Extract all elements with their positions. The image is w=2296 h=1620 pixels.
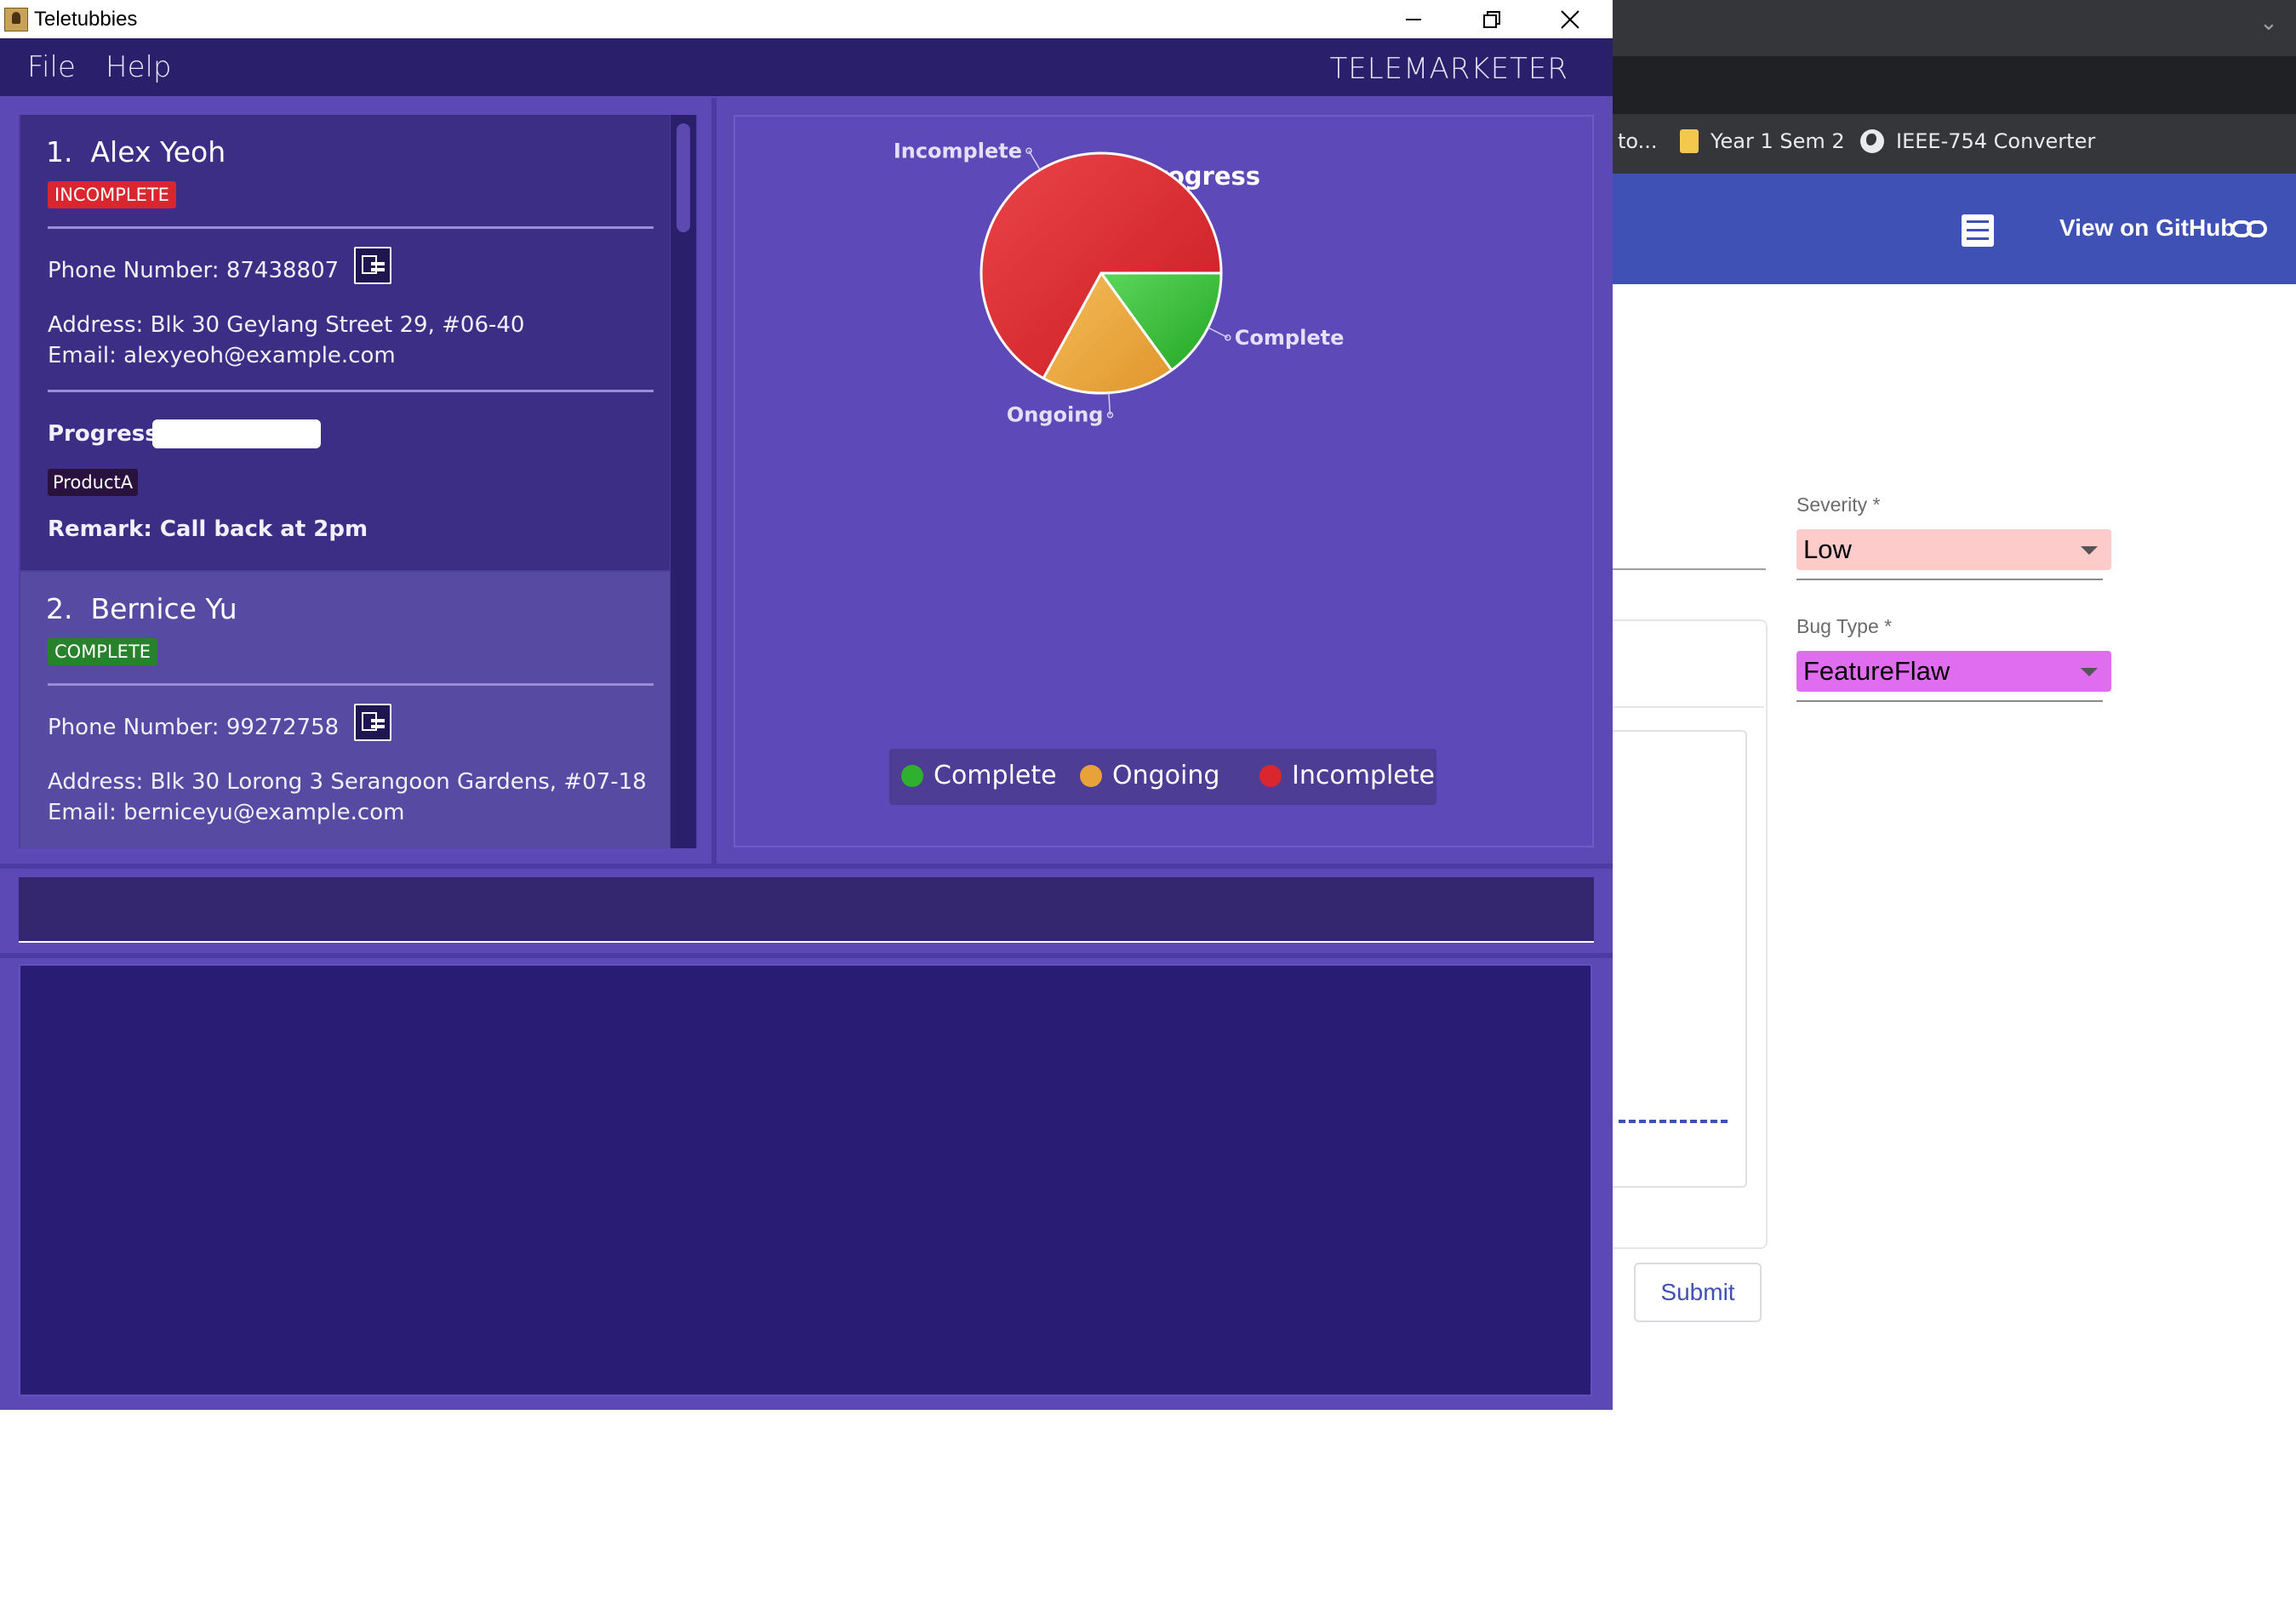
callout-line [1028, 150, 1041, 171]
legend-label: Complete [934, 761, 1057, 790]
contact-card[interactable]: 1. Alex Yeoh INCOMPLETE Phone Number: 87… [20, 115, 670, 570]
link-icon [2231, 220, 2267, 237]
divider [48, 226, 654, 229]
divider [48, 683, 654, 686]
severity-value: Low [1803, 534, 1852, 564]
contact-name: 2. Bernice Yu [46, 592, 237, 625]
restore-icon [1483, 10, 1500, 28]
bug-type-value: FeatureFlaw [1803, 656, 1950, 686]
contact-index: 2. [46, 592, 73, 625]
bookmark-item[interactable]: Year 1 Sem 2 [1680, 129, 1845, 153]
bug-type-select[interactable]: FeatureFlaw [1796, 651, 2111, 692]
severity-label: Severity * [1796, 493, 1881, 516]
phone-number: Phone Number: 99272758 [48, 715, 340, 740]
pie-label-complete: Complete [1235, 326, 1345, 350]
legend-item-incomplete: Incomplete [1259, 761, 1435, 790]
close-icon [1561, 9, 1579, 29]
contact-name-text: Bernice Yu [90, 592, 237, 625]
divider [1613, 706, 1764, 708]
close-button[interactable] [1531, 0, 1609, 38]
minimize-icon [1406, 18, 1421, 20]
bookmark-item[interactable]: IEEE-754 Converter [1860, 129, 2095, 153]
legend-item-complete: Complete [901, 761, 1057, 790]
legend-label: Ongoing [1112, 761, 1220, 790]
title-bar: Teletubbies [0, 0, 1613, 38]
progress-bar [152, 419, 321, 448]
command-input[interactable] [19, 877, 1594, 943]
minimize-button[interactable] [1374, 0, 1453, 38]
callout-line [1208, 327, 1229, 339]
copy-phone-icon[interactable] [354, 247, 391, 284]
bookmarks-bar: to... Year 1 Sem 2 IEEE-754 Converter [1613, 114, 2296, 174]
globe-icon [1860, 129, 1884, 153]
contact-list[interactable]: 1. Alex Yeoh INCOMPLETE Phone Number: 87… [19, 115, 697, 848]
menu-help[interactable]: Help [106, 50, 172, 84]
select-underline [1796, 700, 2103, 702]
view-on-github-link[interactable]: View on GitHub [2059, 214, 2235, 242]
email: Email: alexyeoh@example.com [48, 343, 396, 368]
status-badge: COMPLETE [48, 638, 158, 665]
bookmark-label: IEEE-754 Converter [1896, 129, 2096, 153]
bookmark-item[interactable]: to... [1618, 129, 1658, 153]
pie-label-ongoing: Ongoing [1007, 403, 1104, 427]
pie-label-incomplete: Incomplete [894, 139, 1022, 163]
progress-pie-chart: Your Progress CompleteOngoingIncomplete [894, 139, 1345, 427]
phone-number: Phone Number: 87438807 [48, 258, 340, 283]
chevron-down-icon[interactable]: ⌄ [2259, 10, 2278, 36]
dashed-divider [1619, 1120, 1728, 1123]
legend-item-ongoing: Ongoing [1080, 761, 1219, 790]
address: Address: Blk 30 Geylang Street 29, #06-4… [48, 312, 525, 338]
severity-select[interactable]: Low [1796, 529, 2111, 570]
text-field-underline [1613, 568, 1766, 570]
legend-label: Incomplete [1292, 761, 1435, 790]
bug-type-label: Bug Type * [1796, 615, 1893, 637]
divider [0, 953, 1613, 958]
scrollbar-thumb[interactable] [677, 123, 690, 232]
progress-label: Progress: [48, 421, 168, 447]
bookmark-label: to... [1618, 129, 1658, 153]
app-icon [4, 8, 28, 31]
green-dot-icon [901, 764, 923, 787]
contact-name-text: Alex Yeoh [90, 135, 226, 168]
browser-address-bar [1613, 56, 2296, 114]
menu-file[interactable]: File [27, 50, 76, 84]
product-tag: ProductA [48, 469, 139, 496]
contact-index: 1. [46, 135, 73, 168]
email: Email: berniceyu@example.com [48, 800, 405, 825]
restore-button[interactable] [1453, 0, 1531, 38]
folder-icon [1680, 129, 1699, 153]
copy-phone-icon[interactable] [354, 704, 391, 741]
bookmark-label: Year 1 Sem 2 [1711, 129, 1845, 153]
window-title: Teletubbies [34, 8, 138, 31]
divider [48, 390, 654, 392]
dropdown-arrow-icon [2081, 546, 2098, 555]
red-dot-icon [1259, 764, 1282, 787]
remark: Remark: Call back at 2pm [48, 516, 368, 542]
chart-legend: Complete Ongoing Incomplete [889, 749, 1436, 805]
callout-line [1108, 392, 1111, 415]
app-brand: TELEMARKETER [1329, 52, 1568, 86]
contact-card[interactable]: 2. Bernice Yu COMPLETE Phone Number: 992… [20, 572, 670, 848]
contact-name: 1. Alex Yeoh [46, 135, 226, 168]
address: Address: Blk 30 Lorong 3 Serangoon Garde… [48, 769, 647, 795]
panel-divider[interactable] [711, 98, 717, 864]
menu-bar: File Help TELEMARKETER [0, 38, 1613, 96]
status-badge: INCOMPLETE [48, 181, 176, 208]
document-icon[interactable] [1962, 214, 1994, 247]
select-underline [1796, 579, 2103, 580]
result-display [19, 964, 1592, 1396]
dropdown-arrow-icon [2081, 668, 2098, 676]
divider [0, 864, 1613, 869]
submit-button[interactable]: Submit [1634, 1263, 1762, 1322]
orange-dot-icon [1080, 764, 1102, 787]
browser-tab-strip [1613, 0, 2296, 56]
